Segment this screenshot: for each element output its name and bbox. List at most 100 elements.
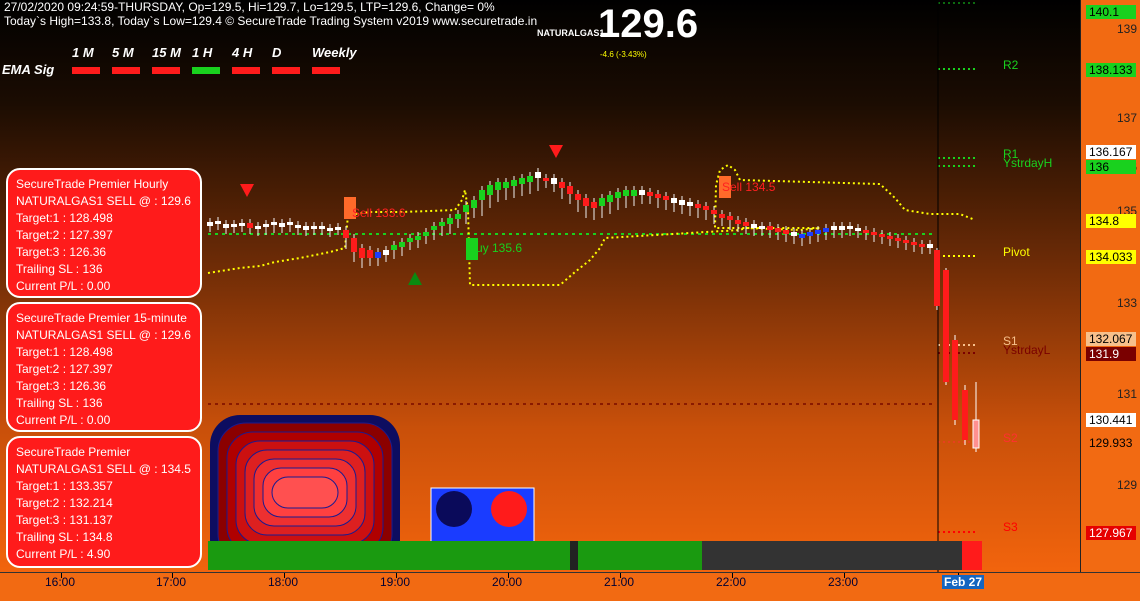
candle-body [711,210,717,214]
box-line: Trailing SL : 134.8 [16,530,113,544]
candle-body [639,190,645,195]
dot-widget-circle [491,491,527,527]
candle-body [551,178,557,184]
candle-body [215,221,221,224]
time-label: 19:00 [380,575,411,589]
box-line: Current P/L : 0.00 [16,413,111,427]
candle-body [647,192,653,196]
candle-body [311,226,317,229]
candle-body [871,232,877,235]
candle-body [791,232,797,236]
premier-box: SecureTrade Premier NATURALGAS1 SELL @ :… [6,436,202,568]
candle-body [327,228,333,231]
candle-body [887,236,893,239]
time-label: 18:00 [268,575,299,589]
box-line: Target:2 : 132.214 [16,496,113,510]
candle-body [719,214,725,218]
time-label: 21:00 [604,575,635,589]
time-label: 23:00 [828,575,859,589]
price-level-box: 140.1 [1086,5,1136,19]
candle-body [679,200,685,205]
time-label: Feb 27 [942,575,985,589]
candle-body [287,222,293,225]
candle-body [223,224,229,228]
price-level-box: 138.133 [1086,63,1136,77]
candle-body [759,226,765,229]
price-level-box: 130.441 [1086,413,1136,427]
candle-body [855,228,861,231]
candle-body [479,190,485,200]
candle-body [319,226,325,229]
price-level-box: 127.967 [1086,526,1136,540]
candle-body [831,226,837,230]
candle-body [743,222,749,226]
candle-body [895,238,901,241]
candle-body [655,194,661,198]
price-tick: 129 [1116,478,1137,492]
candle-body [623,190,629,196]
time-axis[interactable]: 16:00 17:00 18:00 19:00 20:00 21:00 22:00 23:00… [0,572,1140,601]
box-line: Trailing SL : 136 [16,396,103,410]
box-line: Trailing SL : 136 [16,262,103,276]
price-level-box: 131.9 [1086,347,1136,361]
candle-body [879,234,885,237]
candle-body [351,238,357,252]
candle-body [335,227,341,230]
candle-body [471,200,477,208]
candle-body [751,224,757,228]
candle-body [607,195,613,202]
box-line: Target:2 : 127.397 [16,362,113,376]
candle-body [511,180,517,186]
candle-body [775,228,781,232]
candle-body [367,250,373,258]
box-line: Target:3 : 126.36 [16,245,107,259]
candle-body [631,190,637,196]
candle-body [375,252,381,258]
candle-body [415,236,421,240]
sell-arrow-icon [240,184,254,197]
candle-body [575,194,581,200]
candle-body [559,182,565,188]
box-line: NATURALGAS1 SELL @ : 129.6 [16,194,191,208]
candle-body [839,226,845,230]
box-line: Target:1 : 133.357 [16,479,113,493]
candle-body [439,222,445,226]
candle-body [463,205,469,212]
candle-body [431,226,437,230]
candle-body [671,198,677,203]
box-line: NATURALGAS1 SELL @ : 134.5 [16,462,191,476]
box-line: Target:1 : 128.498 [16,345,113,359]
candle-body [591,202,597,208]
price-tick: 139 [1116,22,1137,36]
candle-body [407,238,413,242]
box-line: Target:1 : 128.498 [16,211,113,225]
candle-body [295,225,301,228]
trend-band-green [208,541,570,570]
candle-body [863,230,869,233]
price-scale[interactable]: 139 137 136 135 133 131 129 [1080,0,1140,572]
candle-body [263,224,269,227]
buy-signal-label: Buy 135.6 [468,241,523,255]
box-line: Target:2 : 127.397 [16,228,113,242]
price-level-box: 136.167 [1086,145,1136,159]
candle-body [495,182,501,190]
candle-body [687,202,693,206]
candle-body [927,244,933,248]
candle-body [487,185,493,195]
time-label: 22:00 [716,575,747,589]
candle-body [455,214,461,219]
candle-body [543,178,549,181]
candle-body [823,228,829,232]
candle-body [972,419,980,449]
candle-body [943,270,949,382]
candle-body [399,242,405,247]
candle-body [583,198,589,206]
candle-body [952,340,958,420]
box-line: Target:3 : 131.137 [16,513,113,527]
price-tick: 131 [1116,387,1137,401]
candle-body [279,223,285,227]
candle-body [247,223,253,228]
candle-body [239,223,245,226]
candle-body [807,232,813,236]
price-tick: 137 [1116,111,1137,125]
